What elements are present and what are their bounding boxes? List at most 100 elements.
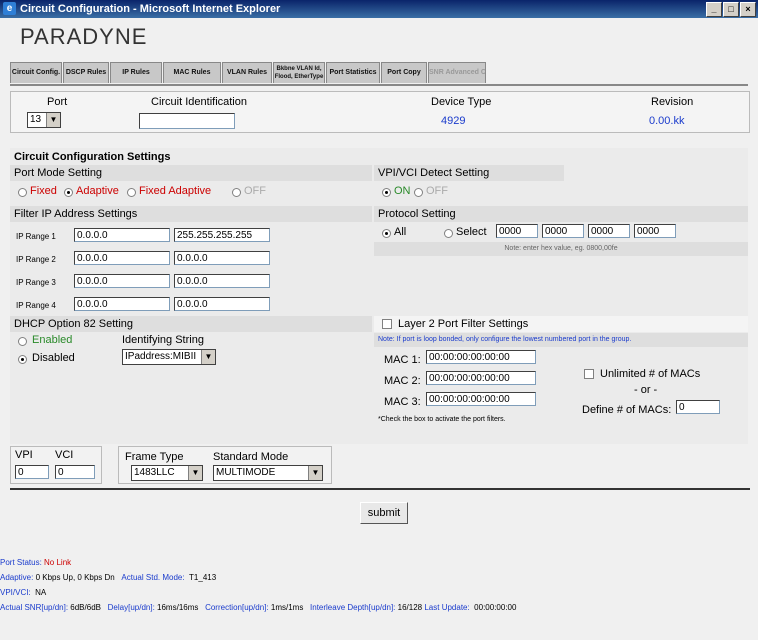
dhcp82-disabled-label: Disabled [32,352,75,364]
mac-1-label: MAC 1: [384,354,421,366]
tab-dscp-rules[interactable]: DSCP Rules [63,62,109,83]
dhcp82-enabled-radio[interactable] [18,337,27,346]
protocol-select-label: Select [456,226,487,238]
standard-mode-label: Standard Mode [213,451,289,463]
port-status-value: No Link [44,558,72,567]
ip-range-4-start-input[interactable]: 0.0.0.0 [74,297,170,311]
port-mode-adaptive-label: Adaptive [76,185,119,197]
port-mode-fixed-radio[interactable] [18,188,27,197]
layer2-filter-checkbox[interactable] [382,319,392,329]
port-header: Port [47,96,68,108]
dhcp82-disabled-radio[interactable] [18,355,27,364]
ip-range-4-label: IP Range 4 [16,301,56,310]
port-mode-off-radio[interactable] [232,188,241,197]
ip-range-3-end-input[interactable]: 0.0.0.0 [174,274,270,288]
frame-type-select[interactable]: 1483LLC ▼ [131,465,203,481]
correction-label: Correction[up/dn]: [205,603,269,612]
window-title: Circuit Configuration - Microsoft Intern… [20,3,281,15]
device-type-header: Device Type [431,96,492,108]
protocol-hex-input-2[interactable]: 0000 [542,224,584,238]
port-table: Port Circuit Identification Device Type … [10,91,750,133]
vpivci-detect-on-radio[interactable] [382,188,391,197]
protocol-all-label: All [394,226,407,238]
port-mode-fixed-label: Fixed [30,185,57,197]
close-button[interactable]: × [740,2,756,17]
tab-vlan-rules[interactable]: VLAN Rules [222,62,272,83]
last-update-value: 00:00:00:00 [474,603,517,612]
tab-port-copy[interactable]: Port Copy [381,62,427,83]
ip-range-3-start-input[interactable]: 0.0.0.0 [74,274,170,288]
ip-range-2-end-input[interactable]: 0.0.0.0 [174,251,270,265]
protocol-select-radio[interactable] [444,229,453,238]
layer2-check-note: *Check the box to activate the port filt… [378,416,506,423]
protocol-hex-input-3[interactable]: 0000 [588,224,630,238]
last-update-label: Last Update: [424,603,470,612]
ip-range-3-label: IP Range 3 [16,278,56,287]
define-macs-input[interactable]: 0 [676,400,720,414]
adaptive-value: 0 Kbps Up, 0 Kbps Dn [35,573,115,582]
circuit-id-input[interactable] [139,113,235,129]
layer2-note: Note: If port is loop bonded, only confi… [374,333,748,347]
paradyne-logo: PARADYNE [20,24,148,49]
protocol-all-radio[interactable] [382,229,391,238]
adaptive-line: Adaptive: 0 Kbps Up, 0 Kbps Dn Actual St… [0,573,216,582]
mac-3-label: MAC 3: [384,396,421,408]
chevron-down-icon: ▼ [308,466,322,480]
tab-circuit-config[interactable]: Circuit Config. [10,62,62,83]
window-controls: _ □ × [705,2,756,17]
vpi-input[interactable]: 0 [15,465,49,479]
tab-ip-rules[interactable]: IP Rules [110,62,162,83]
port-status-line: Port Status: No Link [0,558,71,567]
protocol-hex-input-4[interactable]: 0000 [634,224,676,238]
tab-bkbne-vlan[interactable]: Bkbne VLAN Id, Flood, EtherType [273,62,325,83]
unlimited-macs-label: Unlimited # of MACs [600,368,701,380]
mac-1-input[interactable]: 00:00:00:00:00:00 [426,350,536,364]
vpivci-line: VPI/VCI: NA [0,588,46,597]
frame-type-label: Frame Type [125,451,184,463]
mac-2-input[interactable]: 00:00:00:00:00:00 [426,371,536,385]
interleave-value: 16/128 [397,603,423,612]
port-mode-header: Port Mode Setting [10,165,372,181]
vpivci-detect-off-radio[interactable] [414,188,423,197]
port-mode-off-label: OFF [244,185,266,197]
delay-value: 16ms/16ms [157,603,199,612]
circuit-config-settings: Circuit Configuration Settings Port Mode… [10,148,748,444]
ip-range-2-start-input[interactable]: 0.0.0.0 [74,251,170,265]
vpi-label: VPI [15,449,33,461]
or-separator: - or - [634,384,658,396]
adaptive-label: Adaptive: [0,573,34,582]
identifying-string-select[interactable]: IPaddress:MIBII ▼ [122,349,216,365]
port-select[interactable]: 13 ▼ [27,112,61,128]
filter-ip-header: Filter IP Address Settings [10,206,372,222]
correction-value: 1ms/1ms [270,603,304,612]
snr-value: 6dB/6dB [70,603,101,612]
tab-port-statistics[interactable]: Port Statistics [326,62,380,83]
layer2-filter-label: Layer 2 Port Filter Settings [398,318,529,330]
protocol-header: Protocol Setting [374,206,748,222]
minimize-button[interactable]: _ [706,2,722,17]
vci-input[interactable]: 0 [55,465,95,479]
protocol-hex-input-1[interactable]: 0000 [496,224,538,238]
unlimited-macs-checkbox[interactable] [584,369,594,379]
ip-range-1-end-input[interactable]: 255.255.255.255 [174,228,270,242]
protocol-note: Note: enter hex value, eg. 0800,00fe [374,242,748,256]
mac-3-input[interactable]: 00:00:00:00:00:00 [426,392,536,406]
port-mode-adaptive-radio[interactable] [64,188,73,197]
ip-range-1-start-input[interactable]: 0.0.0.0 [74,228,170,242]
port-mode-fixed-adaptive-radio[interactable] [127,188,136,197]
define-macs-label: Define # of MACs: [582,404,672,416]
std-mode-value: T1_413 [189,573,217,582]
dhcp82-enabled-label: Enabled [32,334,73,346]
tab-mac-rules[interactable]: MAC Rules [163,62,221,83]
submit-button[interactable]: submit [360,502,408,524]
tab-snr-advanced-config[interactable]: SNR Advanced Config. [428,62,486,83]
maximize-button[interactable]: □ [723,2,739,17]
standard-mode-select[interactable]: MULTIMODE ▼ [213,465,323,481]
vpi-vci-group: VPI VCI 0 0 [10,446,102,484]
ip-range-4-end-input[interactable]: 0.0.0.0 [174,297,270,311]
title-bar: e Circuit Configuration - Microsoft Inte… [0,0,758,18]
vpivci-detect-off-label: OFF [426,185,448,197]
snr-line: Actual SNR[up/dn]: 6dB/6dB Delay[up/dn]:… [0,603,516,612]
page-content: PARADYNE Circuit Config. DSCP Rules IP R… [0,18,758,640]
vpivci-detect-header: VPI/VCI Detect Setting [374,165,564,181]
